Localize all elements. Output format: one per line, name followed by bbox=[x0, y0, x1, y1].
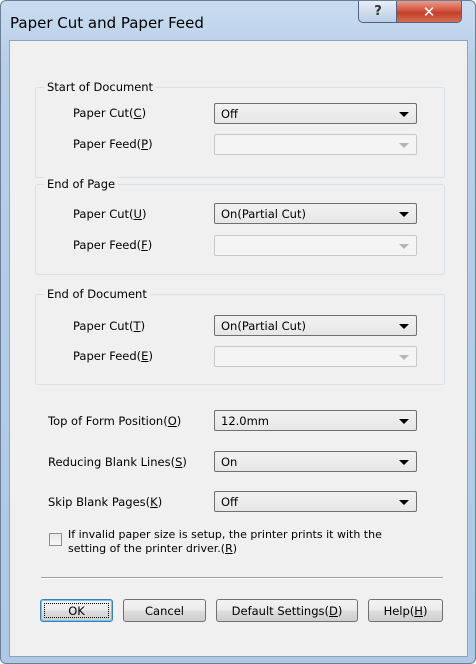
select-value: Off bbox=[221, 107, 238, 121]
chevron-down-icon bbox=[399, 244, 409, 249]
top-of-form-select[interactable]: 12.0mm bbox=[214, 410, 417, 431]
focus-rect bbox=[44, 603, 109, 618]
page-paper-feed-select[interactable] bbox=[214, 235, 417, 256]
chevron-down-icon bbox=[399, 143, 409, 148]
chevron-down-icon bbox=[399, 112, 409, 117]
select-value: On(Partial Cut) bbox=[221, 207, 306, 221]
checkbox-label-line: setting of the printer driver.(R) bbox=[68, 542, 238, 555]
start-of-document-group: Start of Document bbox=[35, 80, 445, 178]
top-of-form-label: Top of Form Position(O) bbox=[48, 414, 182, 428]
start-paper-feed-select[interactable] bbox=[214, 134, 417, 155]
chevron-down-icon bbox=[399, 212, 409, 217]
doc-paper-cut-label: Paper Cut(T) bbox=[73, 319, 146, 333]
reducing-blank-lines-select[interactable]: On bbox=[214, 451, 417, 472]
select-value: 12.0mm bbox=[221, 414, 270, 428]
chevron-down-icon bbox=[399, 355, 409, 360]
chevron-down-icon bbox=[399, 460, 409, 465]
cancel-button[interactable]: Cancel bbox=[123, 599, 206, 622]
ok-button[interactable]: OK bbox=[40, 599, 113, 622]
group-title: End of Document bbox=[44, 287, 150, 301]
group-title: End of Page bbox=[44, 177, 119, 191]
reducing-blank-lines-label: Reducing Blank Lines(S) bbox=[48, 455, 187, 469]
start-paper-cut-label: Paper Cut(C) bbox=[73, 106, 147, 120]
end-of-document-group: End of Document bbox=[35, 287, 445, 385]
question-icon: ? bbox=[374, 4, 382, 19]
titlebar-help-button[interactable]: ? bbox=[358, 1, 398, 23]
invalid-paper-checkbox-label[interactable]: If invalid paper size is setup, the prin… bbox=[68, 528, 382, 556]
select-value: On bbox=[221, 455, 238, 469]
doc-paper-feed-select[interactable] bbox=[214, 346, 417, 367]
title-bar: Paper Cut and Paper Feed ? ✕ bbox=[1, 1, 475, 41]
doc-paper-cut-select[interactable]: On(Partial Cut) bbox=[214, 315, 417, 336]
skip-blank-pages-label: Skip Blank Pages(K) bbox=[48, 495, 163, 509]
dialog-title: Paper Cut and Paper Feed bbox=[10, 14, 204, 32]
separator bbox=[41, 577, 443, 579]
close-button[interactable]: ✕ bbox=[396, 1, 462, 23]
invalid-paper-checkbox[interactable] bbox=[49, 533, 62, 546]
chevron-down-icon bbox=[399, 324, 409, 329]
page-paper-cut-label: Paper Cut(U) bbox=[73, 207, 147, 221]
page-paper-cut-select[interactable]: On(Partial Cut) bbox=[214, 203, 417, 224]
default-settings-label: Default Settings(D) bbox=[231, 603, 343, 618]
page-paper-feed-label: Paper Feed(F) bbox=[73, 238, 153, 252]
select-value: On(Partial Cut) bbox=[221, 319, 306, 333]
start-paper-cut-select[interactable]: Off bbox=[214, 103, 417, 124]
help-button[interactable]: Help(H) bbox=[368, 599, 443, 622]
start-paper-feed-label: Paper Feed(P) bbox=[73, 137, 153, 151]
default-settings-button[interactable]: Default Settings(D) bbox=[216, 599, 358, 622]
chevron-down-icon bbox=[399, 419, 409, 424]
group-title: Start of Document bbox=[44, 80, 157, 94]
select-value: Off bbox=[221, 495, 238, 509]
cancel-button-label: Cancel bbox=[145, 603, 184, 618]
checkbox-label-line: If invalid paper size is setup, the prin… bbox=[68, 528, 382, 541]
chevron-down-icon bbox=[399, 500, 409, 505]
help-button-label: Help(H) bbox=[383, 603, 428, 618]
close-icon: ✕ bbox=[422, 2, 436, 21]
end-of-page-group: End of Page bbox=[35, 177, 445, 275]
skip-blank-pages-select[interactable]: Off bbox=[214, 491, 417, 512]
doc-paper-feed-label: Paper Feed(E) bbox=[73, 349, 153, 363]
